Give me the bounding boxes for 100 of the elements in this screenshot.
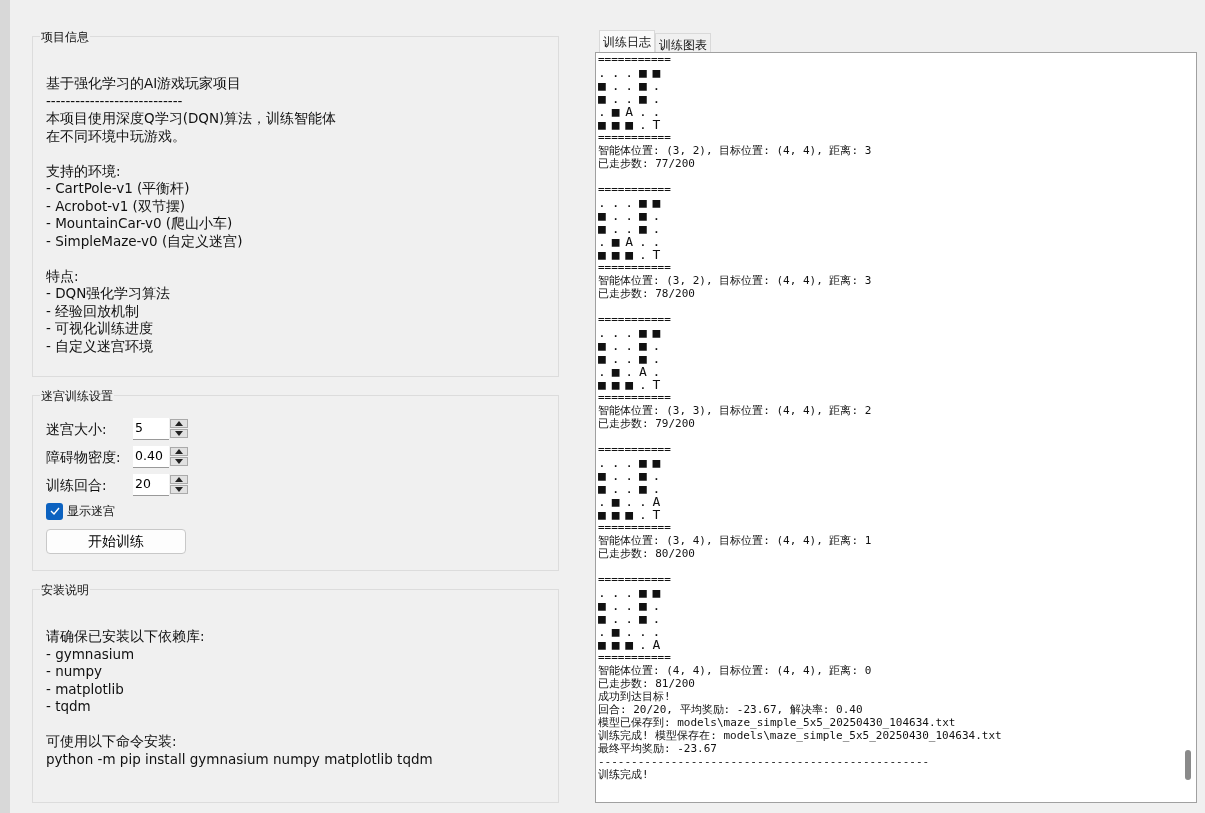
down-arrow-icon	[175, 459, 183, 464]
log-line: ===========	[598, 183, 672, 196]
log-line: 已走步数: 80/200	[598, 547, 696, 560]
log-line: ===========	[598, 391, 672, 404]
log-line: 成功到达目标!	[598, 690, 672, 703]
log-line: --------------------------------------------------	[598, 755, 931, 768]
log-line: 训练完成!	[598, 768, 650, 781]
maze-row-text: . ■ . A .	[598, 365, 661, 378]
log-line: 回合: 20/20, 平均奖励: -23.67, 解决率: 0.40	[598, 703, 864, 716]
info-text: - MountainCar-v0 (爬山小车)	[46, 215, 234, 233]
info-text: - DQN强化学习算法	[46, 285, 172, 303]
maze-row-text: . ■ . . A	[598, 495, 661, 508]
log-line: ===========	[598, 443, 672, 456]
info-text: 在不同环境中玩游戏。	[46, 127, 187, 145]
maze-row-text: ■ . . ■ .	[598, 92, 661, 105]
spin-up-button[interactable]	[170, 419, 188, 428]
spin-up-button[interactable]	[170, 475, 188, 484]
info-text: 支持的环境:	[46, 162, 122, 180]
number-field[interactable]: 20	[133, 474, 169, 496]
maze-row-text: ■ . . ■ .	[598, 469, 661, 482]
log-line: ===========	[598, 131, 672, 144]
down-arrow-icon	[175, 487, 183, 492]
maze-row-text: ■ . . ■ .	[598, 612, 661, 625]
maze-row-text: ■ ■ ■ . A	[598, 638, 661, 651]
up-arrow-icon	[175, 477, 183, 482]
maze-row-text: ■ ■ ■ . T	[598, 118, 661, 131]
spin-down-button[interactable]	[170, 485, 188, 494]
maze-row-text: ■ . . ■ .	[598, 599, 661, 612]
number-field[interactable]: 5	[133, 418, 169, 440]
log-line: 模型已保存到: models\maze_simple_5x5_20250430_104634.txt	[598, 716, 957, 729]
info-text: - numpy	[46, 663, 103, 681]
log-line: ===========	[598, 521, 672, 534]
log-line: 训练完成! 模型保存在: models\maze_simple_5x5_20250430_104634.txt	[598, 729, 1003, 742]
log-line: ===========	[598, 573, 672, 586]
log-line: 已走步数: 79/200	[598, 417, 696, 430]
log-line: 已走步数: 81/200	[598, 677, 696, 690]
info-text: - Acrobot-v1 (双节摆)	[46, 197, 187, 215]
tab[interactable]: 训练图表	[655, 33, 711, 52]
field-label: 障碍物密度:	[46, 447, 122, 467]
start-button[interactable]: 开始训练	[46, 529, 186, 554]
info-text: - 经验回放机制	[46, 302, 141, 320]
tab[interactable]: 训练日志	[599, 30, 655, 52]
log-line: 智能体位置: (3, 3), 目标位置: (4, 4), 距离: 2	[598, 404, 873, 417]
field-label: 迷宫大小:	[46, 419, 108, 439]
info-text: - tqdm	[46, 698, 92, 716]
info-text: - 可视化训练进度	[46, 320, 155, 338]
log-line: 最终平均奖励: -23.67	[598, 742, 718, 755]
log-line: 智能体位置: (3, 4), 目标位置: (4, 4), 距离: 1	[598, 534, 873, 547]
spin-down-button[interactable]	[170, 457, 188, 466]
log-line: 智能体位置: (3, 2), 目标位置: (4, 4), 距离: 3	[598, 144, 873, 157]
info-text: - 自定义迷宫环境	[46, 337, 155, 355]
spin-up-button[interactable]	[170, 447, 188, 456]
log-line: ===========	[598, 651, 672, 664]
info-text: python -m pip install gymnasium numpy matplotlib tqdm	[46, 750, 434, 768]
info-text: 请确保已安装以下依赖库:	[46, 628, 206, 646]
info-text: - CartPole-v1 (平衡杆)	[46, 180, 191, 198]
field-label: 训练回合:	[46, 475, 108, 495]
log-line: 智能体位置: (3, 2), 目标位置: (4, 4), 距离: 3	[598, 274, 873, 287]
maze-row-text: ■ ■ ■ . T	[598, 378, 661, 391]
info-text: 本项目使用深度Q学习(DQN)算法，训练智能体	[46, 110, 338, 128]
maze-row-text: ■ . . ■ .	[598, 79, 661, 92]
info-text: - matplotlib	[46, 680, 125, 698]
log-line: ===========	[598, 313, 672, 326]
log-line: 已走步数: 77/200	[598, 157, 696, 170]
maze-row-text: ■ . . ■ .	[598, 482, 661, 495]
maze-row-text: . ■ . . .	[598, 625, 661, 638]
spin-down-button[interactable]	[170, 429, 188, 438]
up-arrow-icon	[175, 449, 183, 454]
info-text: 可使用以下命令安装:	[46, 733, 178, 751]
check-icon	[49, 507, 60, 515]
group-title: 项目信息	[40, 28, 90, 46]
info-text: ----------------------------	[46, 92, 184, 110]
down-arrow-icon	[175, 431, 183, 436]
maze-row-text: ■ . . ■ .	[598, 339, 661, 352]
group-title: 迷宫训练设置	[40, 387, 114, 405]
maze-row-text: . . . ■ ■	[598, 586, 661, 599]
log-line: 已走步数: 78/200	[598, 287, 696, 300]
maze-row-text: ■ . . ■ .	[598, 222, 661, 235]
scrollbar-thumb[interactable]	[1185, 750, 1191, 780]
maze-row-text: ■ ■ ■ . T	[598, 248, 661, 261]
log-line: 智能体位置: (4, 4), 目标位置: (4, 4), 距离: 0	[598, 664, 873, 677]
up-arrow-icon	[175, 421, 183, 426]
maze-row-text: . . . ■ ■	[598, 196, 661, 209]
checkbox[interactable]	[46, 502, 63, 520]
log-line: ===========	[598, 53, 672, 66]
maze-row-text: . ■ A . .	[598, 105, 661, 118]
log-line: ===========	[598, 261, 672, 274]
number-field[interactable]: 0.40	[133, 446, 169, 468]
group-title: 安装说明	[40, 581, 90, 599]
maze-row-text: . . . ■ ■	[598, 66, 661, 79]
info-text: 特点:	[46, 267, 80, 285]
info-text: 基于强化学习的AI游戏玩家项目	[46, 75, 243, 93]
maze-row-text: . . . ■ ■	[598, 326, 661, 339]
maze-row-text: . ■ A . .	[598, 235, 661, 248]
maze-row-text: . . . ■ ■	[598, 456, 661, 469]
maze-row-text: ■ . . ■ .	[598, 209, 661, 222]
info-text: - gymnasium	[46, 645, 136, 663]
checkbox-label: 显示迷宫	[67, 503, 115, 520]
maze-row-text: ■ ■ ■ . T	[598, 508, 661, 521]
maze-row-text: ■ . . ■ .	[598, 352, 661, 365]
